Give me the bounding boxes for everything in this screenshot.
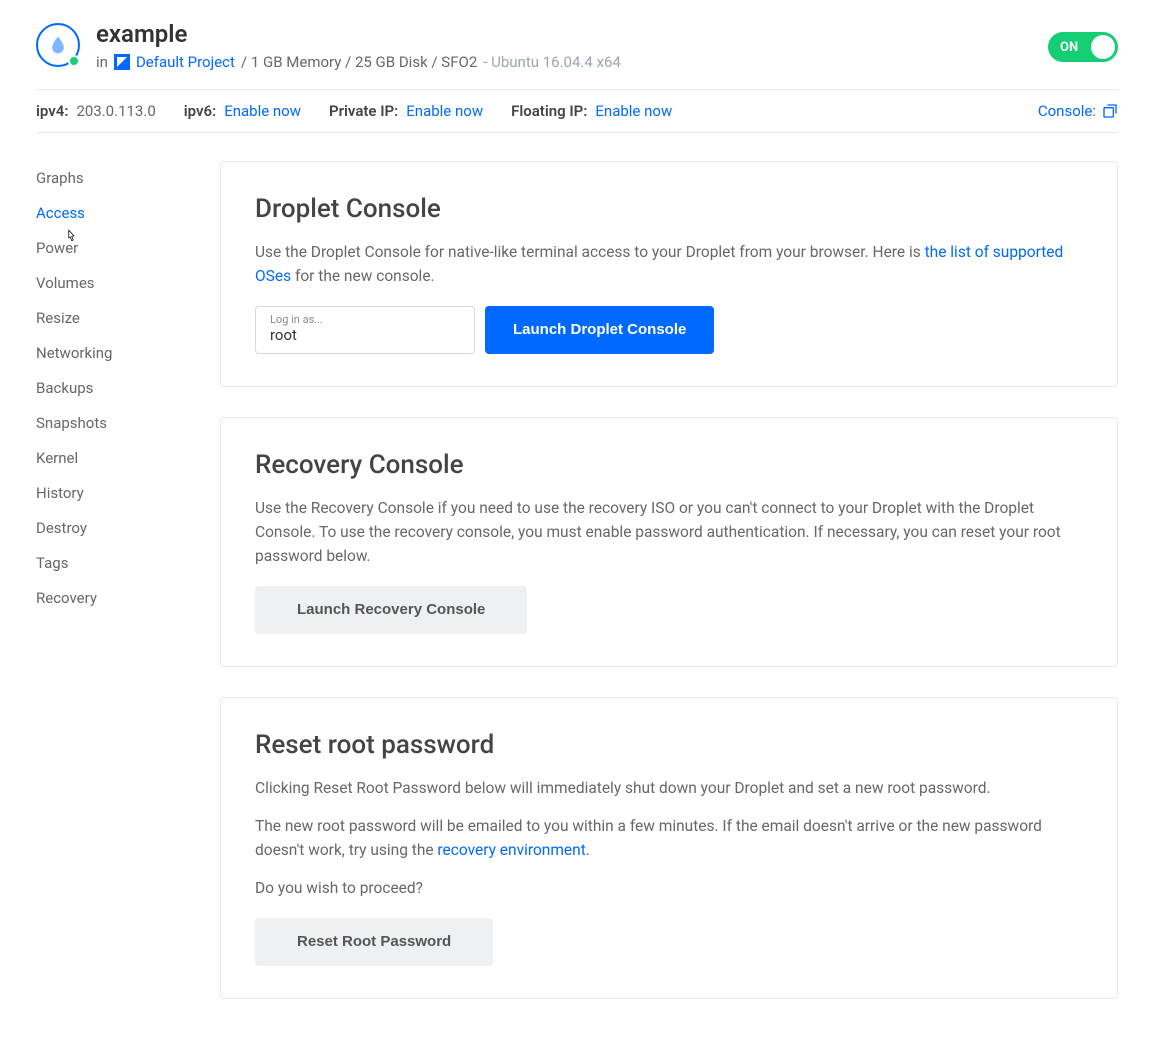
page-header: example in Default Project / 1 GB Memory… (36, 20, 1118, 89)
sidebar-item-networking[interactable]: Networking (36, 336, 192, 371)
reset-root-title: Reset root password (255, 730, 1083, 760)
title-block: example in Default Project / 1 GB Memory… (96, 20, 621, 71)
console-link[interactable]: Console: (1038, 102, 1118, 120)
sidebar-item-recovery[interactable]: Recovery (36, 581, 192, 616)
droplet-console-desc: Use the Droplet Console for native-like … (255, 240, 1083, 288)
private-ip-label: Private IP: (329, 102, 398, 120)
reset-root-password-button[interactable]: Reset Root Password (255, 918, 493, 966)
login-as-field[interactable]: Log in as... root (255, 306, 475, 354)
power-toggle[interactable]: ON (1048, 32, 1118, 62)
droplet-console-title: Droplet Console (255, 194, 1083, 224)
reset-root-p1: Clicking Reset Root Password below will … (255, 776, 1083, 800)
dc-desc-post: for the new console. (291, 267, 435, 285)
sidebar-item-snapshots[interactable]: Snapshots (36, 406, 192, 441)
toggle-knob (1091, 35, 1115, 59)
reset-root-p3: Do you wish to proceed? (255, 876, 1083, 900)
project-link[interactable]: Default Project (136, 53, 235, 71)
layout: GraphsAccessPowerVolumesResizeNetworking… (36, 161, 1118, 999)
console-launch-row: Log in as... root Launch Droplet Console (255, 306, 1083, 354)
sidebar-item-access[interactable]: Access (36, 196, 192, 231)
floating-ip-enable-link[interactable]: Enable now (595, 102, 672, 120)
sidebar-item-volumes[interactable]: Volumes (36, 266, 192, 301)
recovery-console-card: Recovery Console Use the Recovery Consol… (220, 417, 1118, 667)
reset-root-card: Reset root password Clicking Reset Root … (220, 697, 1118, 999)
droplet-avatar (36, 23, 80, 67)
sidebar-item-resize[interactable]: Resize (36, 301, 192, 336)
project-icon (114, 54, 130, 70)
rr-p2-post: . (586, 841, 590, 859)
floating-ip-label: Floating IP: (511, 102, 587, 120)
floating-ip-item: Floating IP: Enable now (511, 102, 672, 120)
sidebar-item-history[interactable]: History (36, 476, 192, 511)
private-ip-item: Private IP: Enable now (329, 102, 483, 120)
droplet-console-card: Droplet Console Use the Droplet Console … (220, 161, 1118, 387)
droplet-meta: in Default Project / 1 GB Memory / 25 GB… (96, 53, 621, 71)
recovery-environment-link[interactable]: recovery environment (437, 841, 585, 859)
ipv6-item: ipv6: Enable now (184, 102, 301, 120)
dc-desc-pre: Use the Droplet Console for native-like … (255, 243, 925, 261)
reset-root-p2: The new root password will be emailed to… (255, 814, 1083, 862)
recovery-console-desc: Use the Recovery Console if you need to … (255, 496, 1083, 568)
toggle-on-label: ON (1060, 40, 1078, 55)
droplet-specs: / 1 GB Memory / 25 GB Disk / SFO2 (241, 53, 477, 71)
recovery-console-title: Recovery Console (255, 450, 1083, 480)
sidebar-item-tags[interactable]: Tags (36, 546, 192, 581)
sidebar-item-destroy[interactable]: Destroy (36, 511, 192, 546)
ipv4-value: 203.0.113.0 (76, 102, 155, 120)
ipv6-enable-link[interactable]: Enable now (224, 102, 301, 120)
ipv6-label: ipv6: (184, 102, 216, 120)
launch-recovery-console-button[interactable]: Launch Recovery Console (255, 586, 527, 634)
launch-droplet-console-button[interactable]: Launch Droplet Console (485, 306, 714, 354)
sidebar-item-kernel[interactable]: Kernel (36, 441, 192, 476)
rr-p2-pre: The new root password will be emailed to… (255, 817, 1042, 859)
ip-bar: ipv4: 203.0.113.0 ipv6: Enable now Priva… (36, 89, 1118, 133)
login-as-label: Log in as... (270, 313, 460, 326)
login-as-value: root (270, 326, 460, 344)
droplet-icon (48, 35, 68, 55)
droplet-os: - Ubuntu 16.04.4 x64 (483, 53, 621, 71)
sidebar: GraphsAccessPowerVolumesResizeNetworking… (36, 161, 192, 999)
main-content: Droplet Console Use the Droplet Console … (220, 161, 1118, 999)
ipv4-item: ipv4: 203.0.113.0 (36, 102, 156, 120)
private-ip-enable-link[interactable]: Enable now (406, 102, 483, 120)
external-window-icon (1102, 103, 1118, 119)
console-label: Console: (1038, 102, 1096, 120)
status-online-dot (68, 55, 80, 67)
sidebar-item-graphs[interactable]: Graphs (36, 161, 192, 196)
ipv4-label: ipv4: (36, 102, 68, 120)
in-label: in (96, 53, 108, 71)
sidebar-item-backups[interactable]: Backups (36, 371, 192, 406)
sidebar-item-power[interactable]: Power (36, 231, 192, 266)
droplet-name: example (96, 20, 621, 49)
header-left: example in Default Project / 1 GB Memory… (36, 20, 621, 71)
